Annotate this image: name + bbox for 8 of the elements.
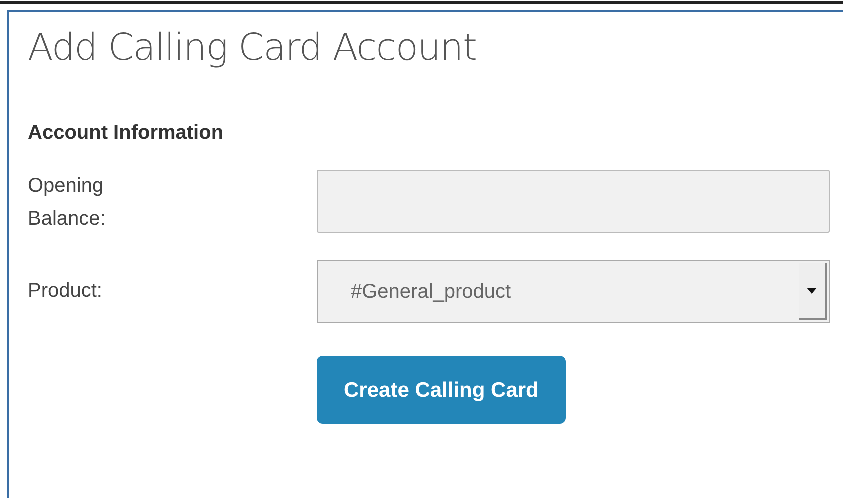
product-select[interactable]: #General_product <box>317 260 830 324</box>
section-heading: Account Information <box>28 121 225 146</box>
create-button[interactable]: Create Calling Card <box>317 356 566 424</box>
field-label: Opening Balance: <box>28 174 107 232</box>
page-title: Add Calling Card Account <box>28 26 478 70</box>
balance-input[interactable] <box>317 170 830 234</box>
field-label: Product: <box>28 279 104 304</box>
dropdown-caret-icon[interactable] <box>799 263 827 320</box>
